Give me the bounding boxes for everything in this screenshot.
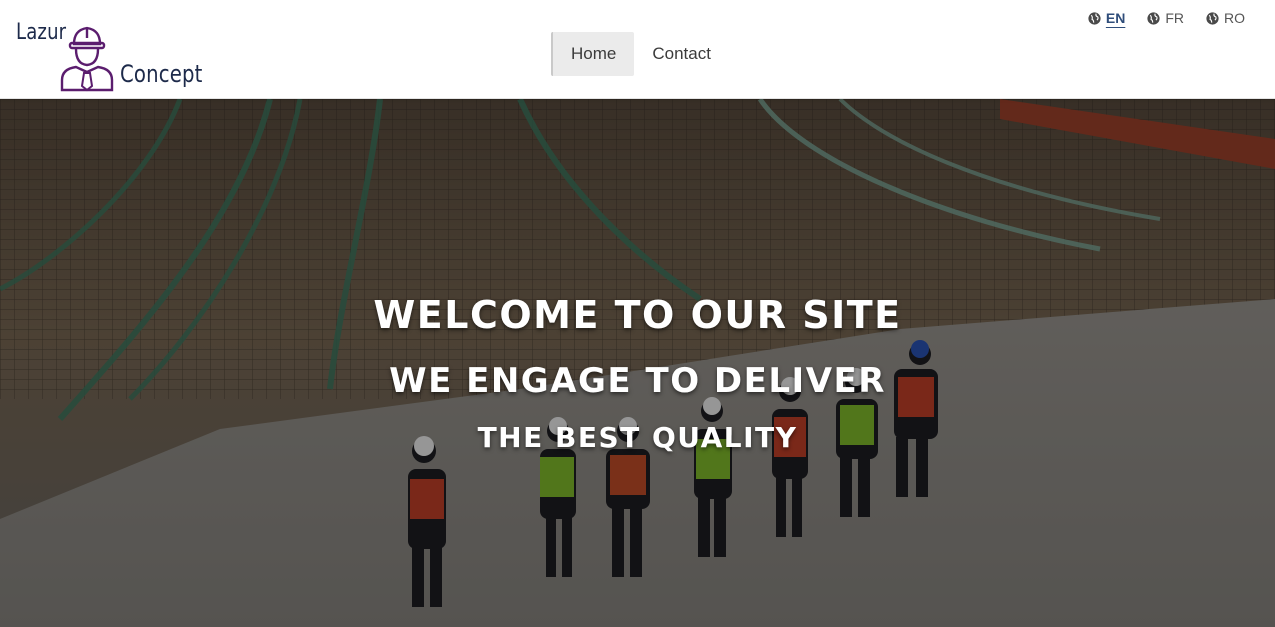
hero-tagline: THE BEST QUALITY bbox=[477, 421, 798, 454]
lang-ro-label: RO bbox=[1224, 10, 1245, 26]
logo-text-bottom: Concept bbox=[120, 60, 203, 88]
hero-subheading: WE ENGAGE TO DELIVER bbox=[389, 361, 886, 401]
lang-fr-label: FR bbox=[1165, 10, 1184, 26]
lang-fr[interactable]: FR bbox=[1147, 10, 1184, 26]
globe-icon bbox=[1206, 11, 1219, 25]
logo[interactable]: Lazur Concept bbox=[14, 18, 204, 94]
globe-icon bbox=[1147, 11, 1160, 25]
lang-en-label: EN bbox=[1105, 10, 1126, 26]
language-switcher: EN FR RO bbox=[1088, 10, 1245, 26]
site-header: Lazur Concept Home Contact EN FR RO bbox=[0, 0, 1275, 99]
lang-ro[interactable]: RO bbox=[1206, 10, 1245, 26]
hero-banner: WELCOME TO OUR SITE WE ENGAGE TO DELIVER… bbox=[0, 99, 1275, 627]
nav-contact[interactable]: Contact bbox=[634, 32, 729, 76]
main-nav: Home Contact bbox=[551, 32, 729, 76]
globe-icon bbox=[1088, 11, 1101, 25]
nav-home[interactable]: Home bbox=[551, 32, 635, 76]
lang-en[interactable]: EN bbox=[1088, 10, 1125, 26]
worker-helmet-icon bbox=[60, 26, 114, 92]
hero-heading: WELCOME TO OUR SITE bbox=[373, 293, 902, 337]
